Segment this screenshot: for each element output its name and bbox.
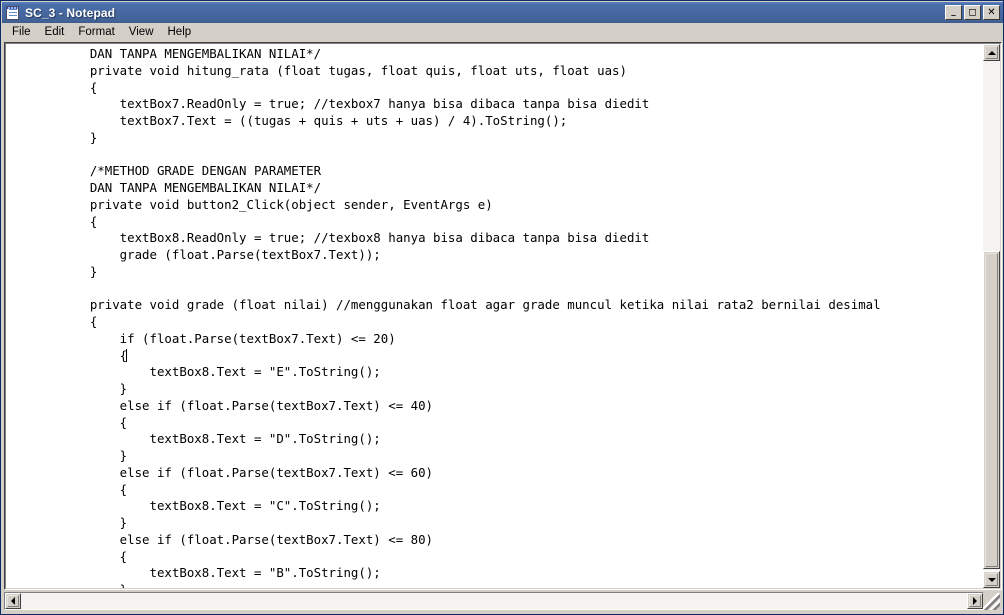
- document-text-after-caret: textBox8.Text = "E".ToString(); } else i…: [119, 364, 433, 588]
- menu-item-help[interactable]: Help: [161, 24, 199, 41]
- notepad-window: SC_3 - Notepad _ ◻ ✕ File Edit Format Vi…: [0, 0, 1004, 615]
- document-text[interactable]: DAN TANPA MENGEMBALIKAN NILAI*/ private …: [6, 44, 982, 588]
- menu-item-view[interactable]: View: [122, 24, 161, 41]
- menu-item-file[interactable]: File: [5, 24, 38, 41]
- maximize-icon: ◻: [968, 7, 977, 18]
- titlebar[interactable]: SC_3 - Notepad _ ◻ ✕: [2, 2, 1003, 23]
- window-controls: _ ◻ ✕: [945, 5, 1002, 20]
- menubar: File Edit Format View Help: [2, 23, 1003, 42]
- close-button[interactable]: ✕: [983, 5, 1000, 20]
- scroll-right-button[interactable]: [967, 593, 983, 609]
- close-icon: ✕: [987, 7, 996, 18]
- editor-frame: DAN TANPA MENGEMBALIKAN NILAI*/ private …: [4, 42, 1002, 590]
- minimize-button[interactable]: _: [945, 5, 962, 20]
- menu-item-edit[interactable]: Edit: [38, 24, 72, 41]
- editor-inner: DAN TANPA MENGEMBALIKAN NILAI*/ private …: [5, 43, 1001, 589]
- text-area[interactable]: DAN TANPA MENGEMBALIKAN NILAI*/ private …: [6, 44, 982, 588]
- window-title: SC_3 - Notepad: [25, 5, 116, 20]
- horizontal-scrollbar[interactable]: [4, 592, 984, 610]
- resize-grip[interactable]: [983, 593, 1000, 610]
- notepad-icon: [5, 5, 21, 21]
- minimize-icon: _: [951, 7, 956, 17]
- horizontal-scroll-track[interactable]: [21, 593, 967, 609]
- document-text-before-caret: DAN TANPA MENGEMBALIKAN NILAI*/ private …: [89, 46, 881, 363]
- scroll-down-button[interactable]: [983, 571, 1000, 588]
- vertical-scroll-thumb[interactable]: [983, 251, 1000, 569]
- vertical-scroll-track[interactable]: [983, 61, 1000, 571]
- chevron-left-icon: [11, 597, 15, 605]
- chevron-up-icon: [987, 50, 996, 55]
- maximize-button[interactable]: ◻: [964, 5, 981, 20]
- vertical-scrollbar[interactable]: [983, 44, 1000, 588]
- chevron-down-icon: [987, 577, 996, 582]
- menu-item-format[interactable]: Format: [71, 24, 121, 41]
- chevron-right-icon: [973, 597, 977, 605]
- scroll-left-button[interactable]: [5, 593, 21, 609]
- scroll-up-button[interactable]: [983, 44, 1000, 61]
- text-caret: [126, 348, 128, 362]
